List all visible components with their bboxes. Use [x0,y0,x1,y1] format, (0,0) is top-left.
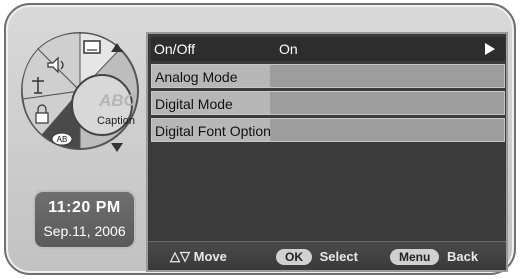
select-hint: OK Select [276,248,358,265]
select-label: Select [319,249,358,265]
ok-key[interactable]: OK [276,248,312,265]
clock-date: Sep.11, 2006 [43,223,126,239]
move-arrows-icon: △▽ [170,248,190,264]
dial-down-arrow-icon[interactable] [111,143,123,152]
move-hint: △▽ Move [170,248,227,265]
caption-art: ABC [99,91,136,110]
menu-row-label: Digital Font Option [155,123,271,139]
move-label: Move [193,249,227,265]
menu-key[interactable]: Menu [390,248,440,265]
dial-up-arrow-icon[interactable] [111,43,123,52]
menu-row-value: On [279,41,298,57]
menu-row-analog-mode[interactable]: Analog Mode [151,64,505,88]
svg-text:AB: AB [57,135,68,144]
back-label: Back [446,249,479,265]
menu-row-on-off[interactable]: On/Off On [151,37,505,61]
clock-time: 11:20 PM [48,199,121,216]
menu-footer: △▽ Move OK Select Menu Back [148,241,506,270]
menu-row-label: Digital Mode [155,96,233,112]
tv-menu-screen: AB ABC Caption 11:20 PM Sep.11, 2006 On/… [4,3,516,275]
menu-row-digital-mode[interactable]: Digital Mode [151,91,505,115]
menu-row-label: On/Off [154,41,195,57]
ab-icon: AB [51,132,73,146]
clock-box: 11:20 PM Sep.11, 2006 [33,190,136,249]
menu-row-digital-font-option[interactable]: Digital Font Option [151,118,505,142]
caption-menu-panel: On/Off On Analog Mode Digital Mode Digit… [146,32,508,272]
menu-row-label: Analog Mode [155,69,238,85]
caption-label: Caption [97,115,135,127]
back-hint: Menu Back [390,248,478,265]
category-dial[interactable]: AB ABC Caption [20,19,140,163]
display-icon [83,40,101,54]
play-arrow-icon [485,43,495,55]
